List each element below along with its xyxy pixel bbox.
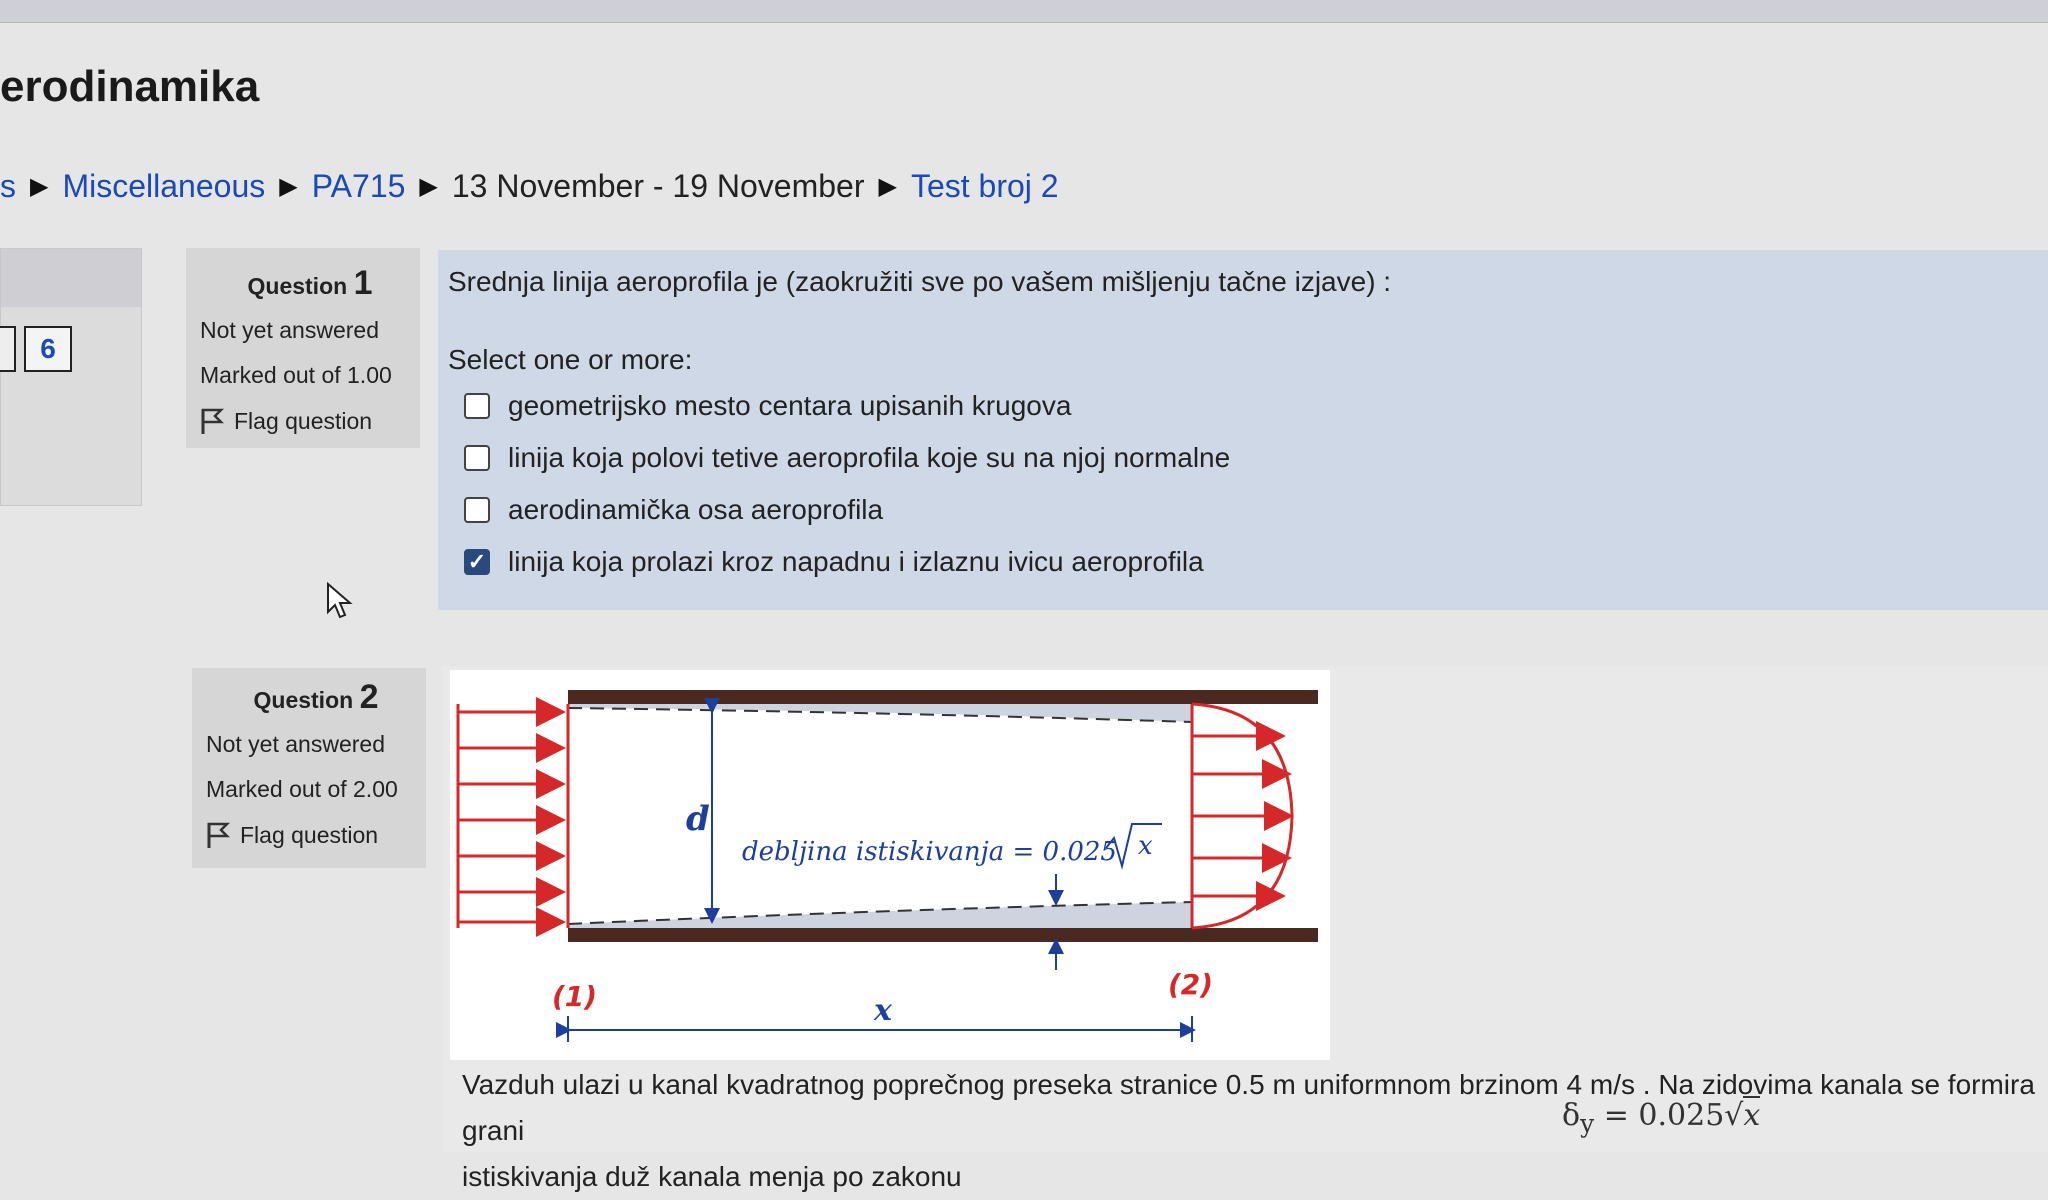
question-2-marks: Marked out of 2.00 [206, 776, 398, 802]
breadcrumb-separator-icon: ▶ [419, 172, 438, 200]
formula-variable: x [1743, 1096, 1761, 1133]
answer-label-3[interactable]: aerodinamička osa aeroprofila [508, 494, 883, 526]
formula-rhs: = 0.025 [1603, 1098, 1725, 1133]
breadcrumb-link-miscellaneous[interactable]: Miscellaneous [62, 168, 265, 205]
answer-checkbox-3[interactable] [464, 497, 490, 523]
answer-option-2[interactable]: linija koja polovi tetive aeroprofila ko… [464, 432, 1230, 484]
breadcrumb-link-quiz[interactable]: Test broj 2 [911, 168, 1059, 205]
formula-subscript: y [1580, 1109, 1595, 1138]
page-title: erodinamika [0, 62, 260, 111]
question-1-status: Not yet answered [200, 317, 379, 343]
question-1-content: Srednja linija aeroprofila je (zaokružit… [438, 250, 2048, 610]
question-1-info: Question 1 Not yet answered Marked out o… [186, 248, 420, 448]
answer-option-3[interactable]: aerodinamička osa aeroprofila [464, 484, 1230, 536]
question-1-title: Question 1 [200, 264, 420, 303]
flag-label: Flag question [234, 407, 373, 434]
answer-options: geometrijsko mesto centara upisanih krug… [464, 380, 1230, 588]
answer-label-4[interactable]: linija koja prolazi kroz napadnu i izlaz… [508, 546, 1204, 578]
question-2-content: d debljina istiskivanja = 0.025 x (1) (2… [442, 666, 2048, 1192]
quiz-nav-button-6[interactable]: 6 [24, 326, 72, 372]
answer-option-4[interactable]: linija koja prolazi kroz napadnu i izlaz… [464, 536, 1230, 588]
breadcrumb-link-courses[interactable]: s [0, 168, 16, 205]
question-1-marks: Marked out of 1.00 [200, 362, 392, 388]
section-1-label: (1) [552, 980, 597, 1013]
quiz-navigation-block [0, 248, 142, 506]
breadcrumb-separator-icon: ▶ [30, 172, 49, 200]
sqrt-variable: x [1138, 831, 1153, 861]
mouse-cursor-icon [327, 582, 353, 619]
question-2-text-line-1: Vazduh ulazi u kanal kvadratnog poprečno… [462, 1069, 2035, 1146]
question-1-flag-button[interactable]: Flag question [200, 407, 420, 435]
question-1-prompt: Select one or more: [448, 344, 693, 375]
formula-lhs: δ [1562, 1098, 1581, 1133]
question-2-text: Vazduh ulazi u kanal kvadratnog poprečno… [462, 1062, 2042, 1200]
answer-label-1[interactable]: geometrijsko mesto centara upisanih krug… [508, 390, 1071, 422]
top-wall [568, 690, 1318, 704]
breadcrumb: s ▶ Miscellaneous ▶ PA715 ▶ 13 November … [0, 163, 2048, 209]
displacement-thickness-annotation: debljina istiskivanja = 0.025 [742, 837, 1117, 867]
browser-top-strip [0, 0, 2048, 23]
flag-icon [201, 408, 224, 434]
quiz-nav-button-partial[interactable] [0, 326, 16, 372]
breadcrumb-section[interactable]: 13 November - 19 November [452, 168, 865, 205]
answer-option-1[interactable]: geometrijsko mesto centara upisanih krug… [464, 380, 1230, 432]
question-number: 2 [359, 678, 379, 716]
answer-checkbox-2[interactable] [464, 445, 490, 471]
question-2-status: Not yet answered [206, 731, 385, 757]
breadcrumb-link-course[interactable]: PA715 [312, 168, 406, 205]
answer-checkbox-1[interactable] [464, 393, 490, 419]
breadcrumb-separator-icon: ▶ [878, 172, 897, 200]
displacement-formula: δy = 0.025√x [1562, 1096, 1761, 1138]
breadcrumb-separator-icon: ▶ [279, 172, 298, 200]
flag-label: Flag question [240, 821, 379, 848]
channel-flow-diagram: d debljina istiskivanja = 0.025 x (1) (2… [450, 670, 1330, 1060]
question-2-text-line-2: istiskivanja duž kanala menja po zakonu [462, 1161, 962, 1192]
question-1-text: Srednja linija aeroprofila je (zaokružit… [448, 266, 1392, 297]
question-2-info: Question 2 Not yet answered Marked out o… [192, 668, 426, 868]
question-label: Question [253, 687, 354, 713]
answer-label-2[interactable]: linija koja polovi tetive aeroprofila ko… [508, 442, 1230, 474]
flag-icon [207, 822, 230, 848]
quiz-navigation-header [1, 249, 141, 307]
section-2-label: (2) [1168, 968, 1213, 1001]
x-label: x [873, 993, 893, 1028]
answer-checkbox-4[interactable] [464, 549, 490, 575]
question-2-title: Question 2 [206, 678, 426, 717]
bottom-wall [568, 928, 1318, 942]
formula-sqrt-icon: √ [1724, 1098, 1744, 1133]
question-number: 1 [353, 264, 373, 302]
question-2-flag-button[interactable]: Flag question [206, 821, 426, 849]
question-label: Question [247, 273, 348, 299]
d-label: d [686, 799, 710, 839]
